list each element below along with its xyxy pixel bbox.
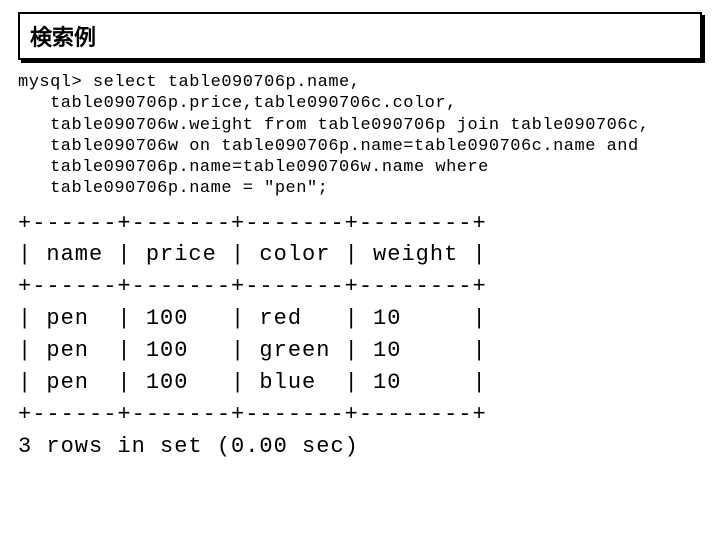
result-table: +------+-------+-------+--------+ | name… [18,208,702,463]
title-box: 検索例 [18,12,702,60]
sql-query-block: mysql> select table090706p.name, table09… [18,72,702,200]
page-title: 検索例 [30,25,96,50]
